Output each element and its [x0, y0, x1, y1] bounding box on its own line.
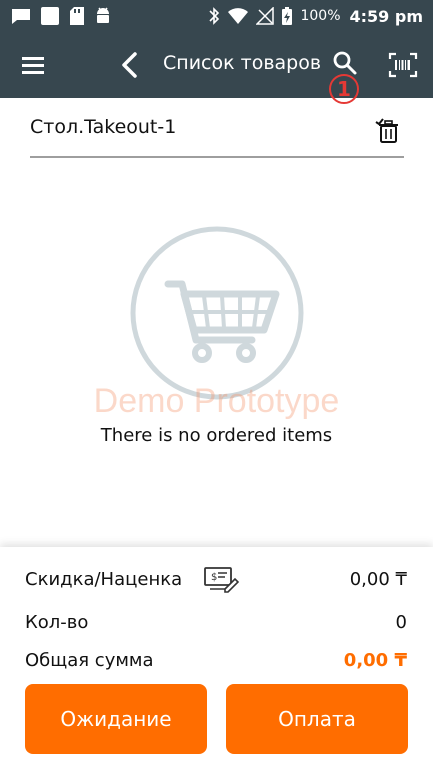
quantity-label: Кол-во: [25, 612, 89, 633]
quantity-row: Кол-во 0: [25, 612, 407, 640]
discount-label: Скидка/Наценка: [25, 569, 183, 590]
barcode-scan-icon[interactable]: [388, 51, 418, 79]
message-icon: [12, 9, 30, 24]
menu-icon[interactable]: [18, 51, 50, 79]
discount-edit-icon[interactable]: $: [203, 563, 239, 595]
back-icon[interactable]: [115, 49, 145, 81]
clock: 4:59 pm: [349, 6, 424, 26]
quantity-value: 0: [395, 612, 407, 633]
order-table-row[interactable]: Стол.Takeout-1: [30, 110, 404, 158]
total-value: 0,00 ₸: [343, 650, 407, 671]
order-summary: Скидка/Наценка $ 0,00 ₸ Кол-во 0 Общая с…: [0, 547, 433, 769]
no-signal-icon: [256, 7, 275, 25]
discount-row: Скидка/Наценка $ 0,00 ₸: [25, 567, 407, 597]
table-name: Стол.Takeout-1: [30, 116, 177, 138]
discount-value: 0,00 ₸: [349, 569, 407, 590]
android-icon: [97, 7, 109, 23]
svg-text:$: $: [211, 572, 217, 583]
demo-watermark: Demo Prototype: [93, 382, 340, 420]
annotation-marker: 1: [329, 74, 359, 104]
empty-state-message: There is no ordered items: [100, 425, 333, 446]
page-title: Список товаров: [163, 52, 322, 74]
wifi-icon: [228, 8, 249, 24]
app-bar: Список товаров 1: [0, 32, 433, 104]
status-bar: 100% 4:59 pm: [0, 0, 433, 32]
sd-card-icon: [70, 7, 84, 25]
battery-level: 100%: [300, 8, 341, 24]
shopping-cart-icon: [130, 226, 304, 400]
trash-icon[interactable]: [374, 115, 402, 145]
bluetooth-icon: [209, 7, 220, 25]
total-row: Общая сумма 0,00 ₸: [25, 650, 407, 678]
battery-charging-icon: [282, 7, 293, 25]
square-icon: [41, 7, 59, 25]
wait-button[interactable]: Ожидание: [25, 684, 207, 754]
total-label: Общая сумма: [25, 650, 154, 671]
pay-button[interactable]: Оплата: [226, 684, 408, 754]
